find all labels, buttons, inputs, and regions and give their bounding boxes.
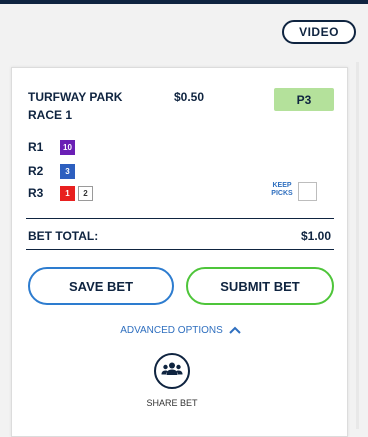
bet-total-value: $1.00: [300, 229, 331, 243]
advanced-options-toggle[interactable]: ADVANCED OPTIONS: [12, 323, 349, 337]
chevron-up-icon: [229, 326, 241, 334]
video-button[interactable]: VIDEO: [282, 20, 356, 44]
top-bar: [0, 0, 368, 4]
submit-bet-button[interactable]: SUBMIT BET: [186, 267, 334, 305]
group-icon: [161, 361, 183, 382]
runner-chip[interactable]: 1: [60, 185, 75, 201]
keep-picks-line: PICKS: [271, 190, 293, 197]
bet-amount: $0.50: [174, 90, 205, 104]
bet-slip-card: TURFWAY PARK RACE 1 $0.50 P3 R1 10 R2 3 …: [11, 67, 348, 437]
divider: [26, 218, 334, 219]
scrollbar[interactable]: [356, 62, 359, 429]
save-bet-button[interactable]: SAVE BET: [28, 267, 174, 305]
race-label: R1: [28, 140, 44, 154]
race-row-r3: R3 1 2: [28, 185, 96, 201]
share-bet-button[interactable]: [154, 353, 190, 389]
track-race-name: TURFWAY PARK RACE 1: [28, 88, 138, 124]
track-name: TURFWAY PARK: [28, 90, 123, 104]
runner-chip[interactable]: 2: [78, 185, 93, 201]
race-label: R3: [28, 186, 44, 200]
advanced-options-label: ADVANCED OPTIONS: [120, 324, 223, 336]
share-bet-label: SHARE BET: [146, 398, 198, 408]
bet-type-badge: P3: [274, 88, 334, 111]
race-name: RACE 1: [28, 108, 73, 122]
keep-picks-line: KEEP: [272, 182, 292, 189]
runner-chip[interactable]: 10: [60, 139, 75, 155]
keep-picks-checkbox[interactable]: [298, 182, 317, 201]
runner-chip[interactable]: 3: [60, 163, 75, 179]
race-row-r2: R2 3: [28, 163, 78, 179]
bet-total-label: BET TOTAL:: [28, 229, 99, 243]
race-label: R2: [28, 164, 44, 178]
divider: [26, 249, 334, 250]
race-row-r1: R1 10: [28, 139, 78, 155]
keep-picks-label: KEEP PICKS: [270, 182, 294, 198]
